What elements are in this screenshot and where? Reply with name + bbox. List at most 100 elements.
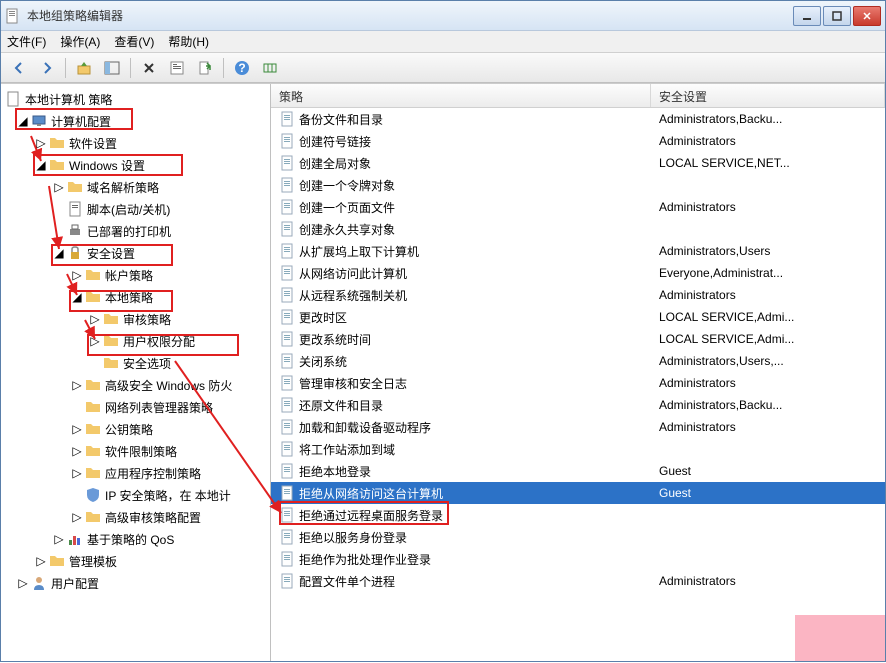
folder-icon [67, 179, 83, 195]
export-button[interactable] [193, 56, 217, 80]
policy-setting: Administrators [651, 134, 885, 148]
tree-software-restrict[interactable]: ▷ 软件限制策略 [1, 440, 270, 462]
up-button[interactable] [72, 56, 96, 80]
folder-icon [85, 443, 101, 459]
folder-icon [85, 399, 101, 415]
tree-label: 高级审核策略配置 [105, 509, 201, 526]
tree-windows-settings[interactable]: ◢ Windows 设置 [1, 154, 270, 176]
policy-row[interactable]: 管理审核和安全日志Administrators [271, 372, 885, 394]
expand-icon[interactable]: ▷ [71, 269, 83, 281]
expand-icon[interactable]: ▷ [35, 555, 47, 567]
menu-action[interactable]: 操作(A) [60, 33, 100, 50]
tree-scripts[interactable]: 脚本(启动/关机) [1, 198, 270, 220]
show-hide-tree-button[interactable] [100, 56, 124, 80]
collapse-icon[interactable]: ◢ [17, 115, 29, 127]
tree-pane[interactable]: 本地计算机 策略 ◢ 计算机配置 ▷ 软件设置 ◢ Windows 设置 ▷ 域… [1, 84, 271, 661]
expand-icon[interactable]: ▷ [71, 467, 83, 479]
tree-network-list[interactable]: 网络列表管理器策略 [1, 396, 270, 418]
tree-security-options[interactable]: 安全选项 [1, 352, 270, 374]
tree-advanced-audit[interactable]: ▷ 高级审核策略配置 [1, 506, 270, 528]
tree-audit-policy[interactable]: ▷ 审核策略 [1, 308, 270, 330]
tree-label: 本地策略 [105, 289, 153, 306]
policy-row[interactable]: 创建永久共享对象 [271, 218, 885, 240]
policy-row[interactable]: 加载和卸载设备驱动程序Administrators [271, 416, 885, 438]
policy-row[interactable]: 更改时区LOCAL SERVICE,Admi... [271, 306, 885, 328]
expand-icon[interactable]: ▷ [71, 423, 83, 435]
policy-setting: Administrators [651, 200, 885, 214]
help-button[interactable]: ? [230, 56, 254, 80]
filter-button[interactable] [258, 56, 282, 80]
policy-name: 更改时区 [299, 309, 347, 326]
expand-icon[interactable]: ▷ [89, 335, 101, 347]
expand-icon[interactable]: ▷ [71, 511, 83, 523]
collapse-icon[interactable]: ◢ [71, 291, 83, 303]
policy-icon [279, 265, 295, 281]
policy-icon [279, 419, 295, 435]
policy-row[interactable]: 拒绝本地登录Guest [271, 460, 885, 482]
tree-label: 应用程序控制策略 [105, 465, 201, 482]
menu-help[interactable]: 帮助(H) [168, 33, 209, 50]
tree-user-rights[interactable]: ▷ 用户权限分配 [1, 330, 270, 352]
tree-user-config[interactable]: ▷ 用户配置 [1, 572, 270, 594]
properties-button[interactable] [165, 56, 189, 80]
tree-dns-policy[interactable]: ▷ 域名解析策略 [1, 176, 270, 198]
list-body[interactable]: 备份文件和目录Administrators,Backu...创建符号链接Admi… [271, 108, 885, 661]
policy-row[interactable]: 还原文件和目录Administrators,Backu... [271, 394, 885, 416]
tree-local-policies[interactable]: ◢ 本地策略 [1, 286, 270, 308]
policy-row[interactable]: 拒绝以服务身份登录 [271, 526, 885, 548]
doc-icon [5, 91, 21, 107]
maximize-button[interactable] [823, 6, 851, 26]
tree-public-key[interactable]: ▷ 公钥策略 [1, 418, 270, 440]
tree-root[interactable]: 本地计算机 策略 [1, 88, 270, 110]
delete-button[interactable] [137, 56, 161, 80]
tree-ip-security[interactable]: IP 安全策略，在 本地计 [1, 484, 270, 506]
close-button[interactable] [853, 6, 881, 26]
expand-icon[interactable]: ▷ [53, 533, 65, 545]
expand-icon[interactable]: ▷ [89, 313, 101, 325]
policy-icon [279, 463, 295, 479]
policy-row[interactable]: 创建一个页面文件Administrators [271, 196, 885, 218]
policy-row[interactable]: 创建一个令牌对象 [271, 174, 885, 196]
expand-icon[interactable]: ▷ [17, 577, 29, 589]
tree-label: 安全设置 [87, 245, 135, 262]
col-policy[interactable]: 策略 [271, 84, 651, 107]
minimize-button[interactable] [793, 6, 821, 26]
forward-button[interactable] [35, 56, 59, 80]
menu-view[interactable]: 查看(V) [114, 33, 154, 50]
menu-file[interactable]: 文件(F) [7, 33, 46, 50]
policy-row[interactable]: 备份文件和目录Administrators,Backu... [271, 108, 885, 130]
titlebar[interactable]: 本地组策略编辑器 [1, 1, 885, 31]
tree-account-policies[interactable]: ▷ 帐户策略 [1, 264, 270, 286]
policy-row[interactable]: 创建全局对象LOCAL SERVICE,NET... [271, 152, 885, 174]
expand-icon[interactable]: ▷ [53, 181, 65, 193]
policy-row[interactable]: 拒绝作为批处理作业登录 [271, 548, 885, 570]
tree-admin-templates[interactable]: ▷ 管理模板 [1, 550, 270, 572]
policy-row[interactable]: 创建符号链接Administrators [271, 130, 885, 152]
policy-row[interactable]: 拒绝从网络访问这台计算机Guest [271, 482, 885, 504]
folder-icon [85, 421, 101, 437]
expand-icon[interactable]: ▷ [71, 445, 83, 457]
expand-icon[interactable]: ▷ [35, 137, 47, 149]
tree-label: 网络列表管理器策略 [105, 399, 213, 416]
tree-qos[interactable]: ▷ 基于策略的 QoS [1, 528, 270, 550]
policy-row[interactable]: 拒绝通过远程桌面服务登录 [271, 504, 885, 526]
back-button[interactable] [7, 56, 31, 80]
tree-security-settings[interactable]: ◢ 安全设置 [1, 242, 270, 264]
tree-printers[interactable]: 已部署的打印机 [1, 220, 270, 242]
tree-app-control[interactable]: ▷ 应用程序控制策略 [1, 462, 270, 484]
policy-row[interactable]: 关闭系统Administrators,Users,... [271, 350, 885, 372]
collapse-icon[interactable]: ◢ [35, 159, 47, 171]
policy-row[interactable]: 从远程系统强制关机Administrators [271, 284, 885, 306]
tree-software-settings[interactable]: ▷ 软件设置 [1, 132, 270, 154]
policy-row[interactable]: 更改系统时间LOCAL SERVICE,Admi... [271, 328, 885, 350]
folder-icon [85, 377, 101, 393]
collapse-icon[interactable]: ◢ [53, 247, 65, 259]
expand-icon[interactable]: ▷ [71, 379, 83, 391]
tree-computer-config[interactable]: ◢ 计算机配置 [1, 110, 270, 132]
policy-row[interactable]: 将工作站添加到域 [271, 438, 885, 460]
policy-row[interactable]: 从网络访问此计算机Everyone,Administrat... [271, 262, 885, 284]
tree-firewall[interactable]: ▷ 高级安全 Windows 防火 [1, 374, 270, 396]
policy-row[interactable]: 从扩展坞上取下计算机Administrators,Users [271, 240, 885, 262]
col-setting[interactable]: 安全设置 [651, 84, 885, 107]
policy-row[interactable]: 配置文件单个进程Administrators [271, 570, 885, 592]
